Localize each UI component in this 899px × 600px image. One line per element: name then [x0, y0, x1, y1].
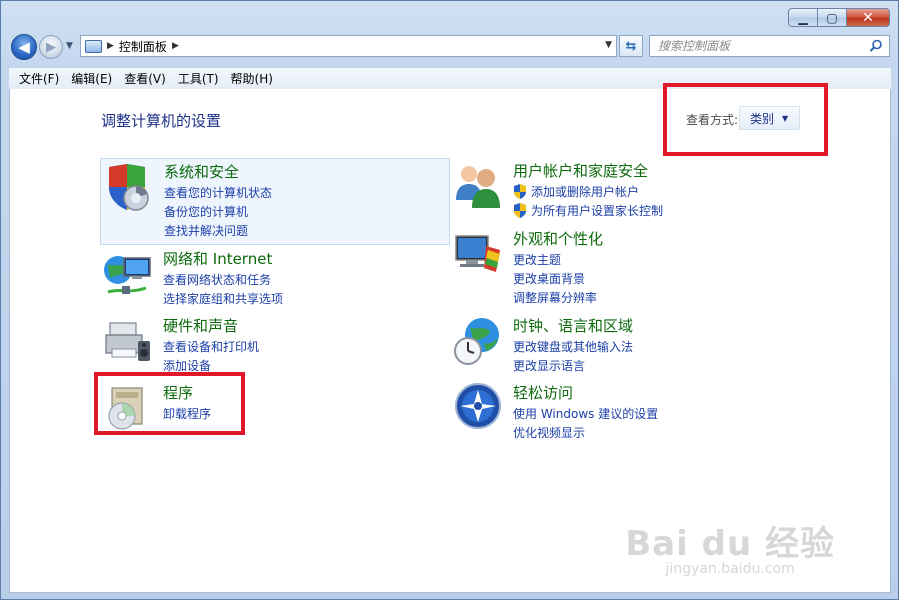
- address-dropdown-icon[interactable]: ▼: [605, 40, 612, 50]
- category-links: 添加或删除用户帐户 为所有用户设置家长控制: [513, 182, 663, 220]
- menu-file[interactable]: 文件(F): [13, 70, 65, 87]
- category-links: 查看设备和打印机 添加设备: [163, 337, 259, 375]
- back-button[interactable]: ◀: [11, 34, 37, 60]
- close-button[interactable]: ✕: [846, 8, 890, 27]
- category-links: 更改键盘或其他输入法 更改显示语言: [513, 337, 633, 375]
- network-icon[interactable]: [102, 248, 154, 300]
- address-bar[interactable]: ▶ 控制面板 ▶ ▼: [80, 35, 617, 57]
- category-title[interactable]: 硬件和声音: [163, 315, 238, 336]
- category-clock-language-region: 时钟、语言和区域 更改键盘或其他输入法 更改显示语言: [450, 313, 800, 373]
- category-system-security: 系统和安全 查看您的计算机状态 备份您的计算机 查找并解决问题: [100, 158, 450, 245]
- link-backup-computer[interactable]: 备份您的计算机: [164, 202, 272, 221]
- category-links: 查看网络状态和任务 选择家庭组和共享选项: [163, 270, 283, 308]
- breadcrumb-control-panel[interactable]: 控制面板: [119, 38, 167, 55]
- link-change-theme[interactable]: 更改主题: [513, 250, 597, 269]
- category-title[interactable]: 轻松访问: [513, 382, 573, 403]
- window-frame: ▁ ▢ ✕ ◀ ▶ ▼ ▶ 控制面板 ▶ ▼ ⇆ 文件(F) 编辑(E) 查看(…: [0, 0, 899, 600]
- link-text: 为所有用户设置家长控制: [531, 204, 664, 218]
- link-add-remove-users[interactable]: 添加或删除用户帐户: [513, 182, 663, 201]
- annotation-box-programs: [94, 372, 245, 435]
- search-input[interactable]: [658, 39, 858, 53]
- search-box[interactable]: [649, 35, 890, 57]
- hardware-sound-icon[interactable]: [102, 315, 154, 367]
- link-network-status[interactable]: 查看网络状态和任务: [163, 270, 283, 289]
- link-devices-printers[interactable]: 查看设备和打印机: [163, 337, 259, 356]
- category-title[interactable]: 用户帐户和家庭安全: [513, 160, 648, 181]
- search-icon[interactable]: [869, 39, 883, 53]
- recent-pages-dropdown[interactable]: ▼: [66, 41, 73, 51]
- link-text: 添加或删除用户帐户: [531, 185, 640, 199]
- refresh-icon: ⇆: [625, 38, 637, 54]
- appearance-icon[interactable]: [452, 228, 504, 280]
- refresh-button[interactable]: ⇆: [619, 35, 643, 57]
- uac-shield-icon: [514, 184, 526, 199]
- category-links: 查看您的计算机状态 备份您的计算机 查找并解决问题: [164, 183, 272, 240]
- maximize-button[interactable]: ▢: [817, 8, 846, 27]
- category-hardware-sound: 硬件和声音 查看设备和打印机 添加设备: [100, 313, 450, 373]
- content-pane: 调整计算机的设置 查看方式: 类别 ▼ 系统和安全 查看您的计算机状态 备份您的…: [9, 83, 891, 593]
- system-security-icon[interactable]: [103, 161, 155, 213]
- menu-help[interactable]: 帮助(H): [225, 70, 279, 87]
- link-optimize-video-display[interactable]: 优化视频显示: [513, 423, 658, 442]
- caption-buttons: ▁ ▢ ✕: [788, 8, 890, 27]
- category-links: 更改主题 更改桌面背景 调整屏幕分辨率: [513, 250, 597, 307]
- category-user-accounts: 用户帐户和家庭安全 添加或删除用户帐户 为所有用户设置家长控制: [450, 158, 800, 228]
- uac-shield-icon: [514, 203, 526, 218]
- category-title[interactable]: 网络和 Internet: [163, 248, 272, 269]
- link-change-input-method[interactable]: 更改键盘或其他输入法: [513, 337, 633, 356]
- breadcrumb-arrow-icon[interactable]: ▶: [107, 41, 114, 51]
- category-ease-of-access: 轻松访问 使用 Windows 建议的设置 优化视频显示: [450, 380, 800, 440]
- category-title[interactable]: 外观和个性化: [513, 228, 603, 249]
- link-homegroup-sharing[interactable]: 选择家庭组和共享选项: [163, 289, 283, 308]
- category-title[interactable]: 系统和安全: [164, 161, 239, 182]
- arrow-right-icon: ▶: [46, 39, 56, 55]
- clock-globe-icon[interactable]: [452, 315, 504, 367]
- link-desktop-background[interactable]: 更改桌面背景: [513, 269, 597, 288]
- arrow-left-icon: ◀: [18, 38, 30, 56]
- link-screen-resolution[interactable]: 调整屏幕分辨率: [513, 288, 597, 307]
- annotation-box-view-by: [663, 83, 828, 156]
- category-links: 使用 Windows 建议的设置 优化视频显示: [513, 404, 658, 442]
- menu-edit[interactable]: 编辑(E): [65, 70, 118, 87]
- link-change-display-language[interactable]: 更改显示语言: [513, 356, 633, 375]
- page-title: 调整计算机的设置: [101, 112, 222, 130]
- baidu-watermark: Bai du 经验 jingyan.baidu.com: [625, 516, 835, 577]
- category-appearance: 外观和个性化 更改主题 更改桌面背景 调整屏幕分辨率: [450, 226, 800, 306]
- watermark-logo: Bai du 经验: [625, 524, 835, 564]
- category-title[interactable]: 时钟、语言和区域: [513, 315, 633, 336]
- minimize-button[interactable]: ▁: [788, 8, 817, 27]
- control-panel-icon: [85, 39, 102, 53]
- forward-button[interactable]: ▶: [39, 35, 63, 59]
- link-view-computer-status[interactable]: 查看您的计算机状态: [164, 183, 272, 202]
- link-troubleshoot[interactable]: 查找并解决问题: [164, 221, 272, 240]
- ease-of-access-icon[interactable]: [452, 382, 504, 434]
- link-parental-controls[interactable]: 为所有用户设置家长控制: [513, 201, 663, 220]
- breadcrumb-arrow-icon[interactable]: ▶: [172, 41, 179, 51]
- category-network-internet: 网络和 Internet 查看网络状态和任务 选择家庭组和共享选项: [100, 246, 450, 306]
- user-accounts-icon[interactable]: [452, 160, 504, 212]
- link-windows-recommended-settings[interactable]: 使用 Windows 建议的设置: [513, 404, 658, 423]
- menu-view[interactable]: 查看(V): [118, 70, 172, 87]
- menu-tools[interactable]: 工具(T): [172, 70, 225, 87]
